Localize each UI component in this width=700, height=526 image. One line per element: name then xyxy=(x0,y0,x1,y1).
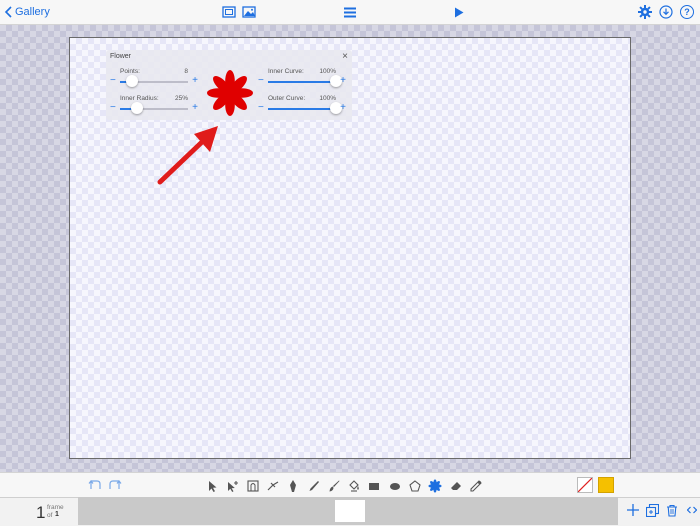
add-frame-button[interactable] xyxy=(626,503,640,517)
undo-button[interactable] xyxy=(88,478,102,492)
inner-curve-track[interactable] xyxy=(268,75,342,87)
current-frame-number: 1 xyxy=(36,503,46,522)
image-mode-icon[interactable] xyxy=(242,6,256,18)
inner-curve-label: Inner Curve: xyxy=(268,68,304,75)
help-icon: ? xyxy=(684,6,690,17)
eraser-icon xyxy=(450,482,461,490)
frame-mode-icon[interactable] xyxy=(222,6,236,18)
view-mode-group xyxy=(222,0,256,24)
inner-radius-label: Inner Radius: xyxy=(120,95,159,102)
play-button[interactable] xyxy=(454,0,464,24)
inner-radius-slider: Inner Radius: 25% − + xyxy=(110,95,198,119)
outer-curve-increment-button[interactable]: + xyxy=(340,103,346,113)
inner-radius-value: 25% xyxy=(174,95,188,102)
points-knob[interactable] xyxy=(126,75,139,87)
expand-horizontal-icon xyxy=(687,506,697,514)
inner-curve-slider: Inner Curve: 100% − + xyxy=(258,68,346,92)
outer-curve-fill xyxy=(268,108,336,110)
expand-timeline-button[interactable] xyxy=(685,503,699,517)
inner-radius-decrement-button[interactable]: − xyxy=(110,103,116,113)
inner-curve-increment-button[interactable]: + xyxy=(340,76,346,86)
flower-center xyxy=(224,87,236,99)
settings-button[interactable] xyxy=(638,5,652,19)
plus-icon xyxy=(627,504,639,516)
redo-icon xyxy=(109,480,122,489)
download-icon xyxy=(659,5,673,19)
close-panel-button[interactable]: × xyxy=(342,51,348,62)
points-value: 8 xyxy=(184,68,188,75)
knife-icon xyxy=(267,481,279,491)
inner-curve-fill xyxy=(268,81,336,83)
points-slider: Points: 8 − + xyxy=(110,68,198,92)
top-bar: Gallery ? xyxy=(0,0,700,25)
inner-radius-knob[interactable] xyxy=(131,102,143,114)
stroke-color-swatch[interactable] xyxy=(577,477,593,493)
tool-select-button[interactable] xyxy=(205,479,219,493)
tool-brush-button[interactable] xyxy=(327,479,341,493)
duplicate-icon xyxy=(645,503,659,517)
gear-icon xyxy=(638,5,652,19)
tool-paint-bucket-button[interactable] xyxy=(347,479,361,493)
back-to-gallery-button[interactable]: Gallery xyxy=(4,0,50,24)
no-stroke-icon xyxy=(578,478,592,492)
mask-icon xyxy=(247,480,259,492)
tool-rectangle-button[interactable] xyxy=(367,479,381,493)
outer-curve-value: 100% xyxy=(319,95,336,102)
rectangle-icon xyxy=(369,483,380,490)
tool-eraser-button[interactable] xyxy=(449,479,463,493)
select-icon xyxy=(209,481,217,492)
brush-icon xyxy=(329,480,340,492)
points-increment-button[interactable]: + xyxy=(192,76,198,86)
tool-polygon-button[interactable] xyxy=(408,479,422,493)
eyedropper-icon xyxy=(470,480,482,492)
chevron-left-icon xyxy=(4,6,12,18)
tool-mask-button[interactable] xyxy=(246,479,260,493)
tool-knife-button[interactable] xyxy=(266,479,280,493)
tool-ellipse-button[interactable] xyxy=(388,479,402,493)
tool-pencil-button[interactable] xyxy=(307,479,321,493)
flower-icon xyxy=(428,479,442,493)
annotation-arrow-icon xyxy=(157,126,218,185)
back-label: Gallery xyxy=(15,6,50,18)
points-label: Points: xyxy=(120,68,140,75)
inner-radius-track[interactable] xyxy=(120,102,188,114)
of-label: of xyxy=(47,512,53,519)
points-track[interactable] xyxy=(120,75,188,87)
tool-flower-button[interactable] xyxy=(428,479,442,493)
frame-label: frame xyxy=(47,504,64,511)
tool-eyedropper-button[interactable] xyxy=(469,479,483,493)
right-actions: ? xyxy=(638,0,694,24)
inner-curve-value: 100% xyxy=(319,68,336,75)
pencil-icon xyxy=(309,481,319,491)
inner-curve-decrement-button[interactable]: − xyxy=(258,76,264,86)
tool-subselect-button[interactable] xyxy=(225,479,239,493)
help-button[interactable]: ? xyxy=(680,5,694,19)
menu-button[interactable] xyxy=(344,0,356,24)
outer-curve-decrement-button[interactable]: − xyxy=(258,103,264,113)
panel-title: Flower xyxy=(110,53,132,60)
outer-curve-track[interactable] xyxy=(268,102,342,114)
total-frames: 1 xyxy=(55,511,59,518)
download-button[interactable] xyxy=(659,5,673,19)
duplicate-frame-button[interactable] xyxy=(645,503,659,517)
fill-color-swatch[interactable] xyxy=(598,477,614,493)
outer-curve-label: Outer Curve: xyxy=(268,95,306,102)
ellipse-icon xyxy=(389,483,400,490)
inner-radius-increment-button[interactable]: + xyxy=(192,103,198,113)
redo-button[interactable] xyxy=(108,478,122,492)
paint-bucket-icon xyxy=(349,480,359,492)
flower-preview-icon xyxy=(207,70,253,116)
undo-icon xyxy=(88,480,101,489)
tool-pen-button[interactable] xyxy=(286,479,300,493)
outer-curve-slider: Outer Curve: 100% − + xyxy=(258,95,346,119)
play-icon xyxy=(455,7,464,17)
polygon-icon xyxy=(409,480,421,492)
subselect-icon xyxy=(228,481,239,492)
trash-icon xyxy=(667,504,677,517)
pen-icon xyxy=(290,480,297,492)
delete-frame-button[interactable] xyxy=(665,503,679,517)
frame-thumbnail[interactable] xyxy=(335,500,365,522)
menu-icon xyxy=(344,7,356,17)
points-decrement-button[interactable]: − xyxy=(110,76,116,86)
